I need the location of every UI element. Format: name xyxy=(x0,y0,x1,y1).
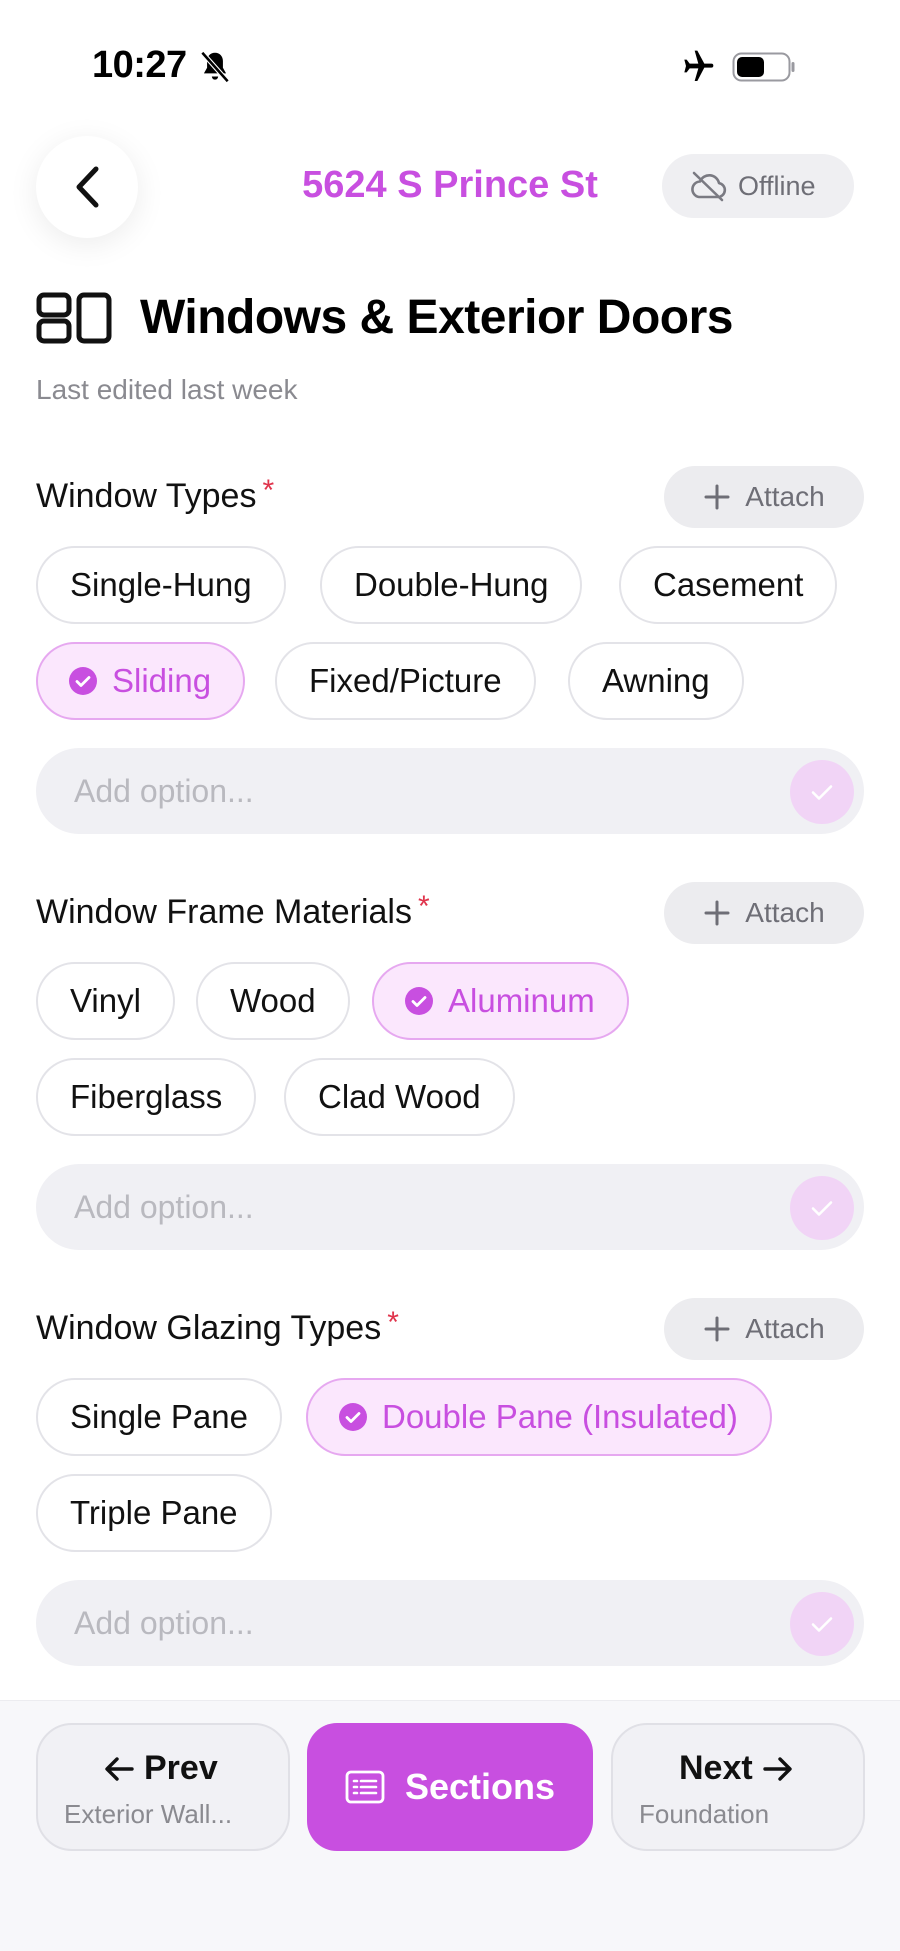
required-marker: * xyxy=(262,474,275,507)
plus-icon xyxy=(704,900,730,926)
footer-navigation: Prev Exterior Wall... Sections Next Foun… xyxy=(0,1700,900,1951)
prev-button[interactable]: Prev Exterior Wall... xyxy=(36,1723,290,1851)
sections-button[interactable]: Sections xyxy=(307,1723,593,1851)
section-label: Window Frame Materials * xyxy=(36,882,430,942)
offline-label: Offline xyxy=(738,170,816,201)
next-section-name: Foundation xyxy=(639,1799,770,1829)
window-layout-icon xyxy=(36,292,112,343)
section-window-frame-materials: Window Frame Materials * Attach Vinyl Woo… xyxy=(36,882,864,1262)
option-chip[interactable]: Awning xyxy=(568,642,744,720)
status-time: 10:27 xyxy=(92,44,187,86)
header: 5624 S Prince St Offline xyxy=(0,130,900,250)
plus-icon xyxy=(704,484,730,510)
prev-label: Prev xyxy=(144,1749,218,1787)
check-circle-icon xyxy=(69,667,97,695)
next-label: Next xyxy=(679,1749,753,1787)
option-chip[interactable]: Single-Hung xyxy=(36,546,286,624)
attach-button[interactable]: Attach xyxy=(664,466,864,528)
page-title: Windows & Exterior Doors xyxy=(140,291,733,344)
arrow-left-icon xyxy=(105,1756,134,1781)
option-chip[interactable]: Clad Wood xyxy=(284,1058,515,1136)
add-option-input[interactable] xyxy=(36,1580,776,1666)
cloud-offline-icon xyxy=(691,171,727,202)
sections-label: Sections xyxy=(404,1766,556,1807)
option-chip[interactable]: Casement xyxy=(619,546,838,624)
add-option-input[interactable] xyxy=(36,748,776,834)
option-chip[interactable]: Single Pane xyxy=(36,1378,282,1456)
add-option-input[interactable] xyxy=(36,1164,776,1250)
option-chip[interactable]: Wood xyxy=(196,962,350,1040)
list-icon xyxy=(345,1770,385,1804)
checkmark-icon xyxy=(811,785,833,800)
section-label: Window Types * xyxy=(36,466,274,526)
add-option-field xyxy=(36,748,864,834)
option-chip-selected[interactable]: Sliding xyxy=(36,642,246,720)
prev-section-name: Exterior Wall... xyxy=(64,1799,233,1829)
section-window-types: Window Types * Attach Single-Hung Double-… xyxy=(36,466,864,846)
add-option-field xyxy=(36,1164,864,1250)
attach-button[interactable]: Attach xyxy=(664,1298,864,1360)
option-chip[interactable]: Fiberglass xyxy=(36,1058,257,1136)
confirm-add-button[interactable] xyxy=(790,1176,854,1240)
check-circle-icon xyxy=(339,1403,367,1431)
option-chip[interactable]: Fixed/Picture xyxy=(275,642,536,720)
next-button[interactable]: Next Foundation xyxy=(611,1723,865,1851)
status-bar: 10:27 xyxy=(0,0,900,120)
airplane-icon xyxy=(684,50,714,81)
add-option-field xyxy=(36,1580,864,1666)
required-marker: * xyxy=(387,1306,399,1339)
option-chip-selected[interactable]: Double Pane (Insulated) xyxy=(306,1378,772,1456)
checkmark-icon xyxy=(811,1617,833,1632)
attach-button[interactable]: Attach xyxy=(664,882,864,944)
offline-status-badge[interactable]: Offline xyxy=(662,154,854,218)
plus-icon xyxy=(704,1316,730,1342)
confirm-add-button[interactable] xyxy=(790,760,854,824)
section-window-glazing-types: Window Glazing Types * Attach Single Pane… xyxy=(36,1298,864,1678)
option-chip[interactable]: Triple Pane xyxy=(36,1474,272,1552)
required-marker: * xyxy=(417,890,430,923)
checkmark-icon xyxy=(811,1201,833,1216)
bell-slash-icon xyxy=(200,51,230,83)
arrow-right-icon xyxy=(763,1756,792,1781)
section-label: Window Glazing Types * xyxy=(36,1298,399,1358)
option-chip[interactable]: Double-Hung xyxy=(320,546,583,624)
last-edited-text: Last edited last week xyxy=(36,374,298,405)
option-chip-selected[interactable]: Aluminum xyxy=(372,962,629,1040)
battery-icon xyxy=(732,52,795,82)
check-circle-icon xyxy=(405,987,433,1015)
page-heading: Windows & Exterior Doors xyxy=(36,290,733,345)
confirm-add-button[interactable] xyxy=(790,1592,854,1656)
option-chip[interactable]: Vinyl xyxy=(36,962,175,1040)
